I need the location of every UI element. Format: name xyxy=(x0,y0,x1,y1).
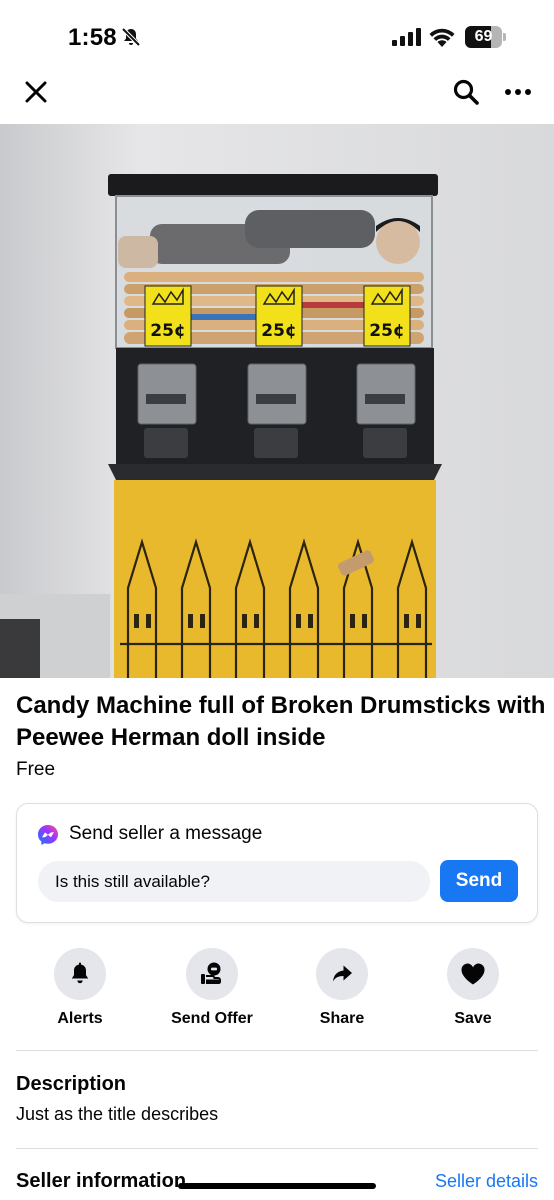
share-circle xyxy=(316,948,368,1000)
close-button[interactable] xyxy=(20,76,52,108)
divider xyxy=(16,1148,538,1149)
seller-info-heading: Seller information xyxy=(16,1170,187,1192)
listing-title: Candy Machine full of Broken Drumsticks … xyxy=(16,692,546,751)
close-icon xyxy=(25,81,47,103)
bell-slash-icon xyxy=(121,27,141,47)
alerts-label: Alerts xyxy=(57,1010,103,1027)
save-button[interactable]: Save xyxy=(413,948,533,1038)
status-time: 1:58 xyxy=(68,24,117,51)
send-button[interactable]: Send xyxy=(440,860,518,902)
divider xyxy=(16,1050,538,1051)
description-heading: Description xyxy=(16,1073,127,1095)
price-tag-1: 25¢ xyxy=(150,321,186,341)
send-message-card: Send seller a message Is this still avai… xyxy=(16,803,538,923)
heart-icon xyxy=(461,963,485,985)
candy-machine-image: 25¢ 25¢ 25¢ xyxy=(0,124,554,678)
description-text: Just as the title describes xyxy=(16,1104,219,1124)
messenger-icon xyxy=(38,825,58,845)
share-icon xyxy=(333,965,352,982)
cellular-signal-icon xyxy=(392,28,421,46)
listing-price: Free xyxy=(16,759,56,780)
bell-icon xyxy=(71,962,89,984)
message-input[interactable]: Is this still available? xyxy=(38,861,430,902)
battery-level: 69 xyxy=(474,28,493,45)
send-offer-circle xyxy=(186,948,238,1000)
save-circle xyxy=(447,948,499,1000)
share-button[interactable]: Share xyxy=(282,948,402,1038)
offer-icon xyxy=(201,962,221,984)
alerts-button[interactable]: Alerts xyxy=(20,948,140,1038)
wifi-icon xyxy=(429,28,455,47)
send-message-title: Send seller a message xyxy=(69,823,263,844)
seller-details-link[interactable]: Seller details xyxy=(435,1169,538,1193)
more-options-button[interactable] xyxy=(498,74,538,110)
save-label: Save xyxy=(454,1010,492,1027)
top-nav xyxy=(0,70,554,114)
search-button[interactable] xyxy=(448,74,484,110)
status-bar: 1:58 69 xyxy=(0,0,554,70)
send-offer-button[interactable]: Send Offer xyxy=(152,948,272,1038)
battery-icon: 69 xyxy=(465,26,507,48)
price-tag-3: 25¢ xyxy=(369,321,405,341)
more-icon xyxy=(505,89,531,95)
send-offer-label: Send Offer xyxy=(171,1010,253,1027)
home-indicator[interactable] xyxy=(178,1183,376,1189)
listing-photo[interactable]: 25¢ 25¢ 25¢ xyxy=(0,124,554,678)
price-tag-2: 25¢ xyxy=(261,321,297,341)
action-bar: Alerts Send Offer Share Save xyxy=(0,948,554,1038)
share-label: Share xyxy=(319,1010,365,1027)
alerts-circle xyxy=(54,948,106,1000)
search-icon xyxy=(453,79,479,105)
